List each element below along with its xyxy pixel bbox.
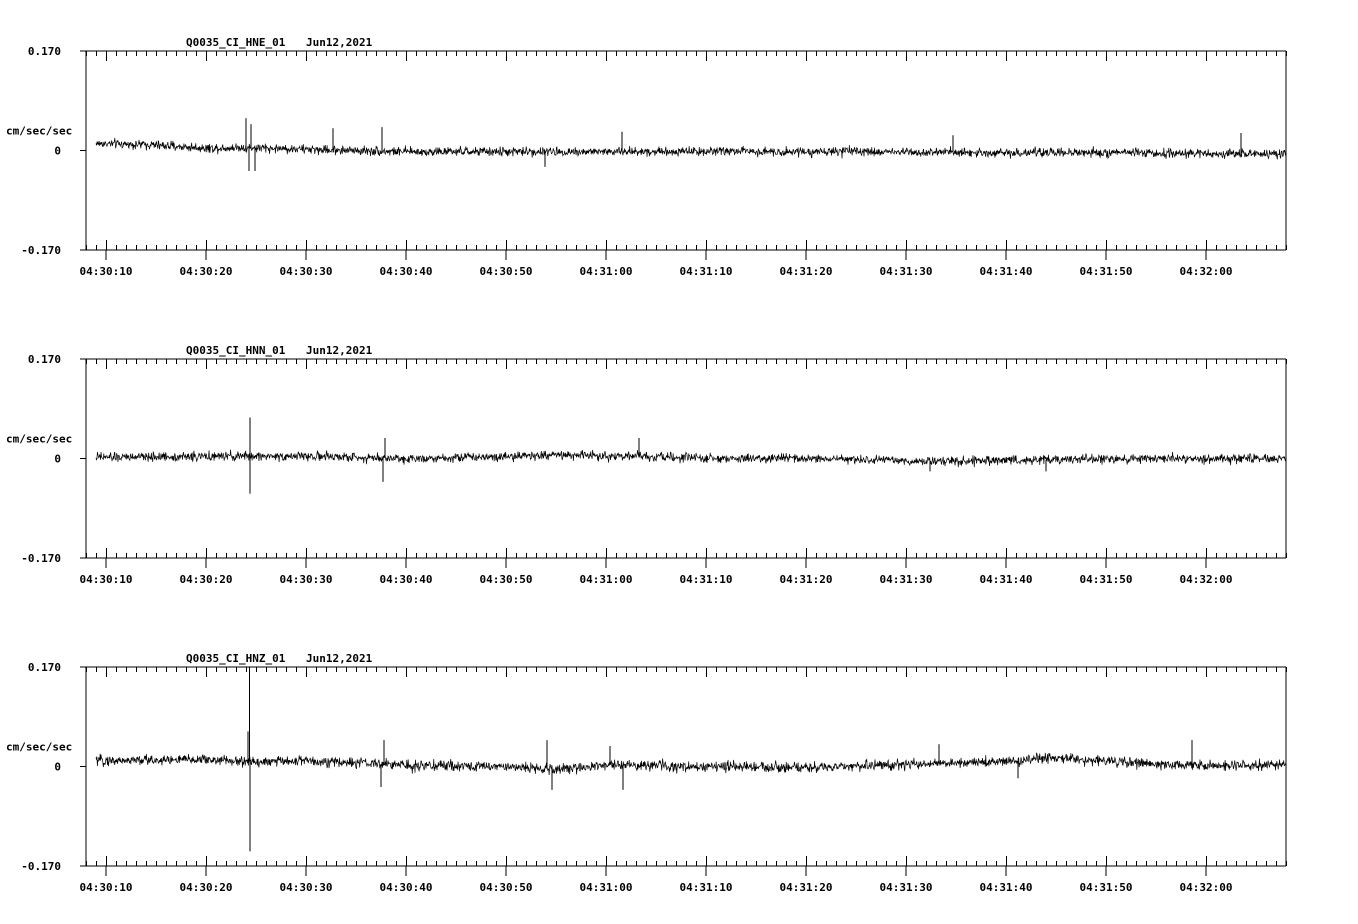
recording-date: Jun12,2021	[306, 344, 373, 357]
x-tick-label: 04:30:40	[380, 881, 433, 894]
x-tick-label: 04:30:40	[380, 265, 433, 278]
x-tick-label: 04:30:30	[280, 265, 333, 278]
y-axis-label: cm/sec/sec	[6, 125, 72, 138]
y-axis-label: cm/sec/sec	[6, 433, 72, 446]
channel-title: Q0035_CI_HNE_01	[186, 36, 286, 49]
seismogram-panel-3: Q0035_CI_HNZ_01 Jun12,2021 0.170 0 -0.170 cm/…	[6, 652, 1287, 894]
seismogram-panel-2: Q0035_CI_HNN_01 Jun12,2021 0.170 0 -0.170 cm/…	[6, 344, 1287, 586]
x-tick-label: 04:31:40	[980, 881, 1033, 894]
y-tick-label: -0.170	[21, 860, 61, 873]
x-tick-label: 04:30:10	[80, 265, 133, 278]
y-tick-label: 0	[54, 145, 61, 158]
x-tick-label: 04:30:10	[80, 573, 133, 586]
x-tick-label: 04:30:10	[80, 881, 133, 894]
x-tick-label: 04:30:40	[380, 573, 433, 586]
x-tick-label: 04:30:30	[280, 573, 333, 586]
x-tick-label: 04:31:10	[680, 881, 733, 894]
recording-date: Jun12,2021	[306, 652, 373, 665]
x-tick-label: 04:31:50	[1080, 573, 1133, 586]
x-tick-label: 04:30:20	[180, 573, 233, 586]
y-tick-label: 0	[54, 453, 61, 466]
y-tick-label: 0.170	[28, 661, 61, 674]
y-tick-label: -0.170	[21, 244, 61, 257]
waveform-trace	[95, 449, 1287, 468]
x-tick-label: 04:31:20	[780, 573, 833, 586]
x-tick-label: 04:31:10	[680, 265, 733, 278]
y-tick-label: -0.170	[21, 552, 61, 565]
x-tick-label: 04:32:00	[1180, 881, 1233, 894]
channel-title: Q0035_CI_HNZ_01	[186, 652, 286, 665]
x-tick-label: 04:31:00	[580, 881, 633, 894]
x-tick-label: 04:30:30	[280, 881, 333, 894]
recording-date: Jun12,2021	[306, 36, 373, 49]
y-tick-label: 0.170	[28, 45, 61, 58]
x-tick-label: 04:30:50	[480, 573, 533, 586]
waveform-trace	[95, 752, 1287, 776]
x-tick-label: 04:30:50	[480, 265, 533, 278]
x-tick-label: 04:32:00	[1180, 265, 1233, 278]
x-tick-label: 04:31:30	[880, 881, 933, 894]
x-tick-label: 04:30:20	[180, 265, 233, 278]
seismogram-figure: Q0035_CI_HNE_01 Jun12,2021 0.170 0 -0.170 cm/…	[6, 36, 1287, 894]
x-tick-label: 04:30:20	[180, 881, 233, 894]
x-tick-label: 04:31:40	[980, 265, 1033, 278]
x-tick-label: 04:31:10	[680, 573, 733, 586]
y-tick-label: 0	[54, 761, 61, 774]
x-tick-label: 04:31:50	[1080, 265, 1133, 278]
x-tick-label: 04:31:30	[880, 265, 933, 278]
x-tick-label: 04:31:00	[580, 265, 633, 278]
y-tick-label: 0.170	[28, 353, 61, 366]
channel-title: Q0035_CI_HNN_01	[186, 344, 286, 357]
x-tick-label: 04:31:20	[780, 265, 833, 278]
x-tick-label: 04:31:50	[1080, 881, 1133, 894]
waveform-trace	[95, 137, 1287, 160]
seismogram-panel-1: Q0035_CI_HNE_01 Jun12,2021 0.170 0 -0.170 cm/…	[6, 36, 1287, 278]
x-tick-label: 04:31:40	[980, 573, 1033, 586]
y-axis-label: cm/sec/sec	[6, 741, 72, 754]
x-tick-label: 04:31:20	[780, 881, 833, 894]
x-tick-label: 04:31:00	[580, 573, 633, 586]
x-tick-label: 04:32:00	[1180, 573, 1233, 586]
x-tick-label: 04:30:50	[480, 881, 533, 894]
x-tick-label: 04:31:30	[880, 573, 933, 586]
